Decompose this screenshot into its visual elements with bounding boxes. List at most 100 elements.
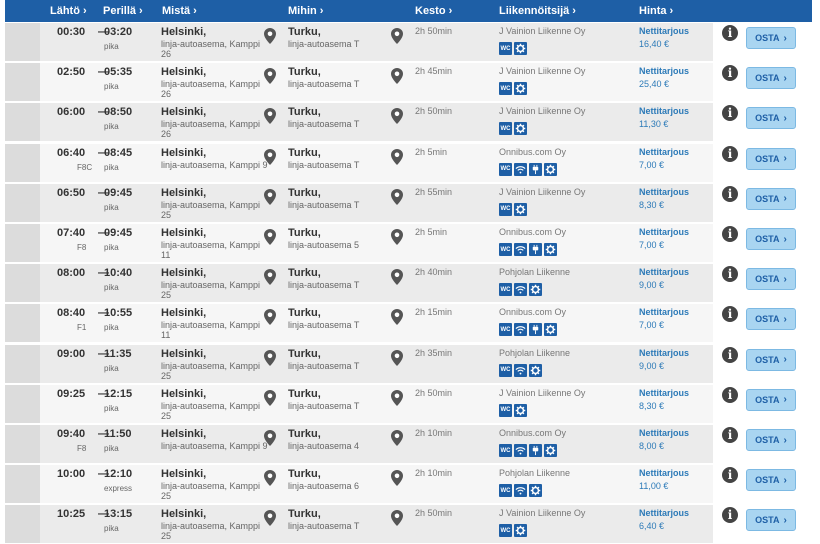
amenity-icons: WC <box>499 484 542 498</box>
wifi-icon <box>514 323 527 337</box>
sort-operator[interactable]: Liikennöitsijä › <box>499 5 576 17</box>
row-stripe <box>5 264 40 303</box>
destination-map-pin-icon[interactable] <box>391 229 403 245</box>
results-header: Lähtö › Perillä › Mistä › Mihin › Kesto › Liikennö… <box>5 0 812 22</box>
info-icon[interactable]: i <box>722 226 738 242</box>
amenity-icons: WC <box>499 243 557 256</box>
price-type: Nettitarjous <box>639 468 690 479</box>
ticket-price: 8,30 € <box>639 400 665 411</box>
service-type: pika <box>104 202 119 212</box>
column-label: Kesto <box>415 5 446 17</box>
info-icon[interactable]: i <box>722 65 738 82</box>
price-type: Nettitarjous <box>639 508 690 519</box>
destination-map-pin-icon[interactable] <box>391 28 403 44</box>
origin-map-pin-icon[interactable] <box>264 389 276 406</box>
destination-map-pin-icon[interactable] <box>391 389 403 406</box>
origin-station: linja-autoasema, Kamppi 11 <box>161 240 261 260</box>
sort-from[interactable]: Mistä › <box>162 5 197 17</box>
origin-station: linja-autoasema, Kamppi 25 <box>161 199 261 220</box>
operator-name: J Vainion Liikenne Oy <box>499 66 586 77</box>
departure-time: 10:00 <box>57 468 86 481</box>
destination-map-pin-icon[interactable] <box>391 510 403 527</box>
buy-button[interactable]: OSTA › <box>746 67 796 90</box>
origin-map-pin-icon[interactable] <box>264 68 276 85</box>
info-icon[interactable]: i <box>722 427 738 443</box>
destination-station: linja-autoasema 6 <box>288 481 360 492</box>
destination-map-pin-icon[interactable] <box>391 188 403 205</box>
buy-button[interactable]: OSTA › <box>746 147 796 170</box>
origin-map-pin-icon[interactable] <box>264 269 276 286</box>
buy-button[interactable]: OSTA › <box>746 348 796 371</box>
buy-button[interactable]: OSTA › <box>746 27 796 49</box>
settings-icon <box>529 484 542 498</box>
buy-button[interactable]: OSTA › <box>746 268 796 291</box>
info-icon[interactable]: i <box>722 145 738 162</box>
wc-icon: WC <box>499 323 512 337</box>
origin-city: Helsinki, <box>161 227 207 239</box>
buy-button[interactable]: OSTA › <box>746 388 796 411</box>
info-icon[interactable]: i <box>722 266 738 283</box>
destination-map-pin-icon[interactable] <box>391 349 403 366</box>
buy-button[interactable]: OSTA › <box>746 429 796 451</box>
info-icon[interactable]: i <box>722 25 738 41</box>
origin-map-pin-icon[interactable] <box>264 349 276 366</box>
buy-button[interactable]: OSTA › <box>746 228 796 250</box>
info-icon[interactable]: i <box>722 386 738 403</box>
destination-city: Turku, <box>288 508 321 521</box>
info-icon[interactable]: i <box>722 185 738 202</box>
destination-map-pin-icon[interactable] <box>391 269 403 286</box>
destination-map-pin-icon[interactable] <box>391 148 403 165</box>
info-icon[interactable]: i <box>722 507 738 524</box>
origin-map-pin-icon[interactable] <box>264 188 276 205</box>
trip-duration: 2h 15min <box>415 307 453 318</box>
origin-station: linja-autoasema, Kamppi 25 <box>161 280 261 301</box>
origin-map-pin-icon[interactable] <box>264 229 276 245</box>
sort-duration[interactable]: Kesto › <box>415 5 452 17</box>
origin-map-pin-icon[interactable] <box>264 28 276 44</box>
info-icon[interactable]: i <box>722 467 738 484</box>
origin-map-pin-icon[interactable] <box>264 510 276 527</box>
operator-name: J Vainion Liikenne Oy <box>499 387 586 398</box>
origin-map-pin-icon[interactable] <box>264 430 276 446</box>
destination-map-pin-icon[interactable] <box>391 68 403 85</box>
buy-button[interactable]: OSTA › <box>746 187 796 210</box>
sort-departure[interactable]: Lähtö › <box>50 5 87 17</box>
info-icon[interactable]: i <box>722 346 738 363</box>
destination-map-pin-icon[interactable] <box>391 430 403 446</box>
buy-button[interactable]: OSTA › <box>746 107 796 130</box>
destination-city: Turku, <box>288 387 321 400</box>
origin-map-pin-icon[interactable] <box>264 108 276 125</box>
departure-row: 10:00—12:10 express Helsinki, linja-autoase… <box>5 464 817 504</box>
sort-arrival[interactable]: Perillä › <box>103 5 143 17</box>
destination-map-pin-icon[interactable] <box>391 470 403 487</box>
amenity-icons: WC <box>499 42 527 55</box>
destination-map-pin-icon[interactable] <box>391 108 403 125</box>
buy-button[interactable]: OSTA › <box>746 308 796 331</box>
info-icon[interactable]: i <box>722 306 738 323</box>
settings-icon <box>514 42 527 55</box>
origin-map-pin-icon[interactable] <box>264 470 276 487</box>
buy-button[interactable]: OSTA › <box>746 469 796 492</box>
buy-button[interactable]: OSTA › <box>746 509 796 532</box>
wc-icon: WC <box>499 243 512 256</box>
origin-map-pin-icon[interactable] <box>264 309 276 326</box>
origin-map-pin-icon[interactable] <box>264 148 276 165</box>
chevron-right-icon: › <box>783 514 787 526</box>
sort-to[interactable]: Mihin › <box>288 5 323 17</box>
origin-city: Helsinki, <box>161 66 207 79</box>
destination-city: Turku, <box>288 66 321 79</box>
chevron-right-icon: › <box>448 5 453 17</box>
destination-map-pin-icon[interactable] <box>391 309 403 326</box>
wifi-icon <box>514 283 527 297</box>
sort-price[interactable]: Hinta › <box>639 5 673 17</box>
row-stripe <box>5 143 40 182</box>
info-icon[interactable]: i <box>722 105 738 122</box>
trip-duration: 2h 50min <box>415 508 453 519</box>
origin-city: Helsinki, <box>161 387 207 400</box>
destination-station: linja-autoasema T <box>288 39 360 49</box>
wc-icon: WC <box>499 122 512 136</box>
ticket-price: 9,00 € <box>639 280 665 291</box>
amenity-icons: WC <box>499 283 542 297</box>
trip-duration: 2h 50min <box>415 387 453 398</box>
row-stripe <box>5 425 40 463</box>
